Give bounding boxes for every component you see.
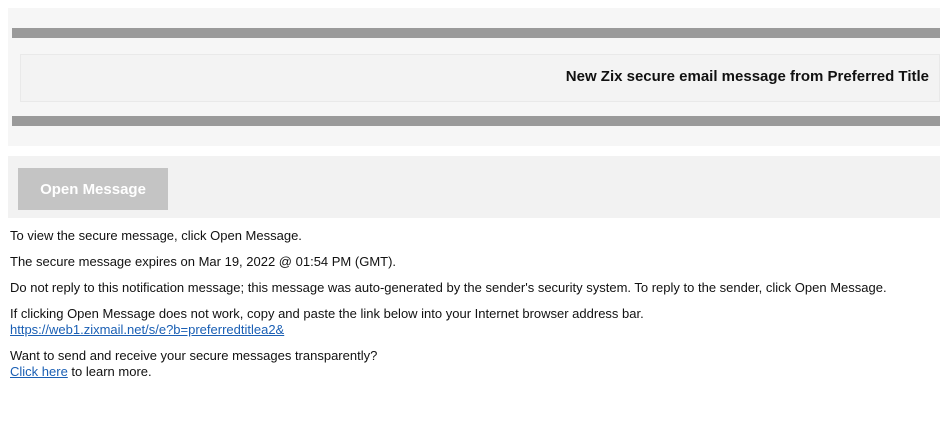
no-reply-text: Do not reply to this notification messag… [10, 280, 887, 295]
message-title: New Zix secure email message from Prefer… [565, 68, 929, 85]
transparent-text: Want to send and receive your secure mes… [10, 348, 378, 363]
learn-more-paragraph: Want to send and receive your secure mes… [10, 348, 930, 380]
learn-more-text: to learn more. [67, 364, 152, 379]
message-body: To view the secure message, click Open M… [10, 228, 930, 390]
header-top-bar [12, 28, 940, 38]
instruction-text: To view the secure message, click Open M… [10, 228, 302, 243]
expiry-text: The secure message expires on Mar 19, 20… [10, 254, 397, 269]
link-paragraph: If clicking Open Message does not work, … [10, 306, 930, 338]
copy-link-text: If clicking Open Message does not work, … [10, 306, 644, 321]
open-message-button[interactable]: Open Message [18, 168, 168, 210]
title-box: New Zix secure email message from Prefer… [20, 54, 940, 102]
button-area: Open Message [8, 156, 940, 218]
header-bottom-bar [12, 116, 940, 126]
secure-message-link[interactable]: https://web1.zixmail.net/s/e?b=preferred… [10, 322, 284, 337]
notification-header: New Zix secure email message from Prefer… [8, 8, 940, 146]
click-here-link[interactable]: Click here [10, 364, 68, 379]
